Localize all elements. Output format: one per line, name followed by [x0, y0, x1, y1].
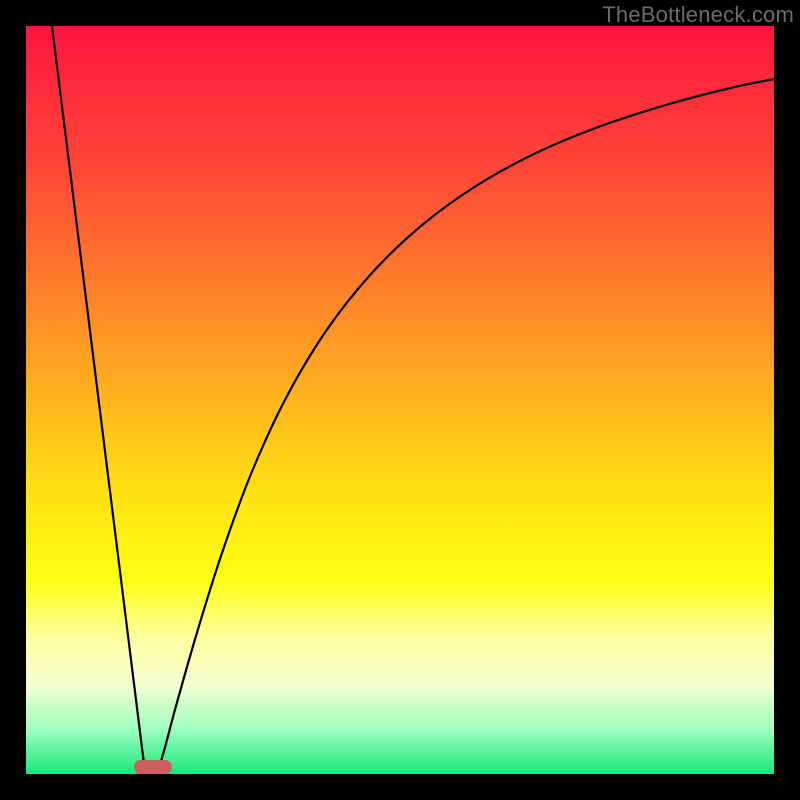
chart-frame: TheBottleneck.com — [0, 0, 800, 800]
plot-area — [26, 26, 774, 774]
watermark-text: TheBottleneck.com — [602, 2, 794, 28]
bottleneck-curve — [26, 26, 774, 774]
optimal-range-marker — [134, 760, 172, 774]
